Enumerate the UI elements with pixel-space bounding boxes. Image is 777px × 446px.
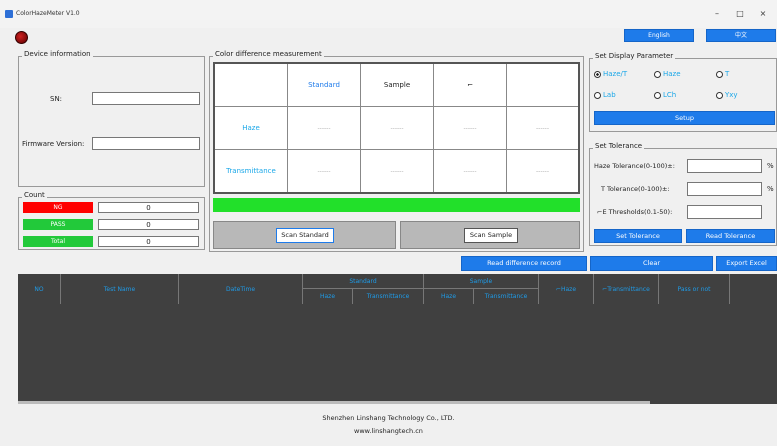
radio-haze[interactable]: Haze [654,70,681,78]
color-diff-title: Color difference measurement [213,50,324,58]
total-label: Total [23,236,93,247]
radio-icon [654,91,661,99]
col-extra [507,64,578,107]
radio-haze-t[interactable]: Haze/T [594,70,627,78]
device-info-group [18,56,205,187]
radio-icon [716,70,723,78]
radio-haze-t-label: Haze/T [603,70,628,78]
set-tolerance-button[interactable]: Set Tolerance [594,229,682,243]
row-transmittance: Transmittance [215,150,288,192]
e-threshold-label: ⌐E Thresholds(0.1-50): [597,208,673,216]
col-standard: Standard [288,64,361,107]
display-param-title: Set Display Parameter [593,52,676,60]
records-grid[interactable]: NO Test Name DateTime Standard Haze Tran… [18,274,777,404]
firmware-field[interactable] [92,137,200,150]
radio-icon [716,91,723,99]
row-haze: Haze [215,107,288,150]
table-corner-cell [215,64,288,107]
trans-standard-value: ------ [288,150,361,192]
firmware-label: Firmware Version: [22,140,85,148]
grid-header-datetime[interactable]: DateTime [179,274,303,304]
total-value: 0 [98,236,199,247]
trans-extra-value: ------ [536,167,549,175]
english-button[interactable]: English [624,29,694,42]
radio-t[interactable]: T [716,70,729,78]
read-tolerance-button[interactable]: Read Tolerance [686,229,775,243]
ng-value: 0 [98,202,199,213]
haze-delta-value: ------ [434,107,507,150]
t-tolerance-unit: % [767,185,774,193]
haze-tolerance-input[interactable] [687,159,762,173]
radio-t-label: T [725,70,730,78]
grid-header-test-name[interactable]: Test Name [61,274,179,304]
color-diff-table: Standard Sample ⌐ Haze ------ ------ ---… [213,62,580,194]
radio-haze-label: Haze [663,70,681,78]
radio-lab[interactable]: Lab [594,91,616,99]
footer-website: www.linshangtech.cn [354,427,423,435]
radio-lab-label: Lab [603,91,616,99]
result-bar [213,198,580,212]
maximize-button[interactable]: □ [730,8,750,20]
trans-sample-value: ------ [361,150,434,192]
grid-header-no[interactable]: NO [18,274,61,304]
grid-header-standard-transmittance[interactable]: Transmittance [353,289,424,304]
grid-header-sample[interactable]: Sample [424,274,539,289]
device-info-title: Device information [22,50,93,58]
grid-header-delta-transmittance[interactable]: ⌐Transmittance [594,274,659,304]
grid-horizontal-scrollbar[interactable] [18,401,650,404]
sn-label: SN: [50,95,63,103]
radio-lch-label: LCh [663,91,677,99]
grid-header-standard-haze[interactable]: Haze [303,289,353,304]
export-excel-button[interactable]: Export Excel [716,256,777,271]
t-tolerance-label: T Tolerance(0-100)±: [601,185,670,193]
pass-label: PASS [23,219,93,230]
trans-delta-value: ------ [434,150,507,192]
tolerance-title: Set Tolerance [593,142,645,150]
haze-tolerance-unit: % [767,162,774,170]
t-tolerance-input[interactable] [687,182,762,196]
status-light-icon [15,31,28,44]
grid-header-delta-haze[interactable]: ⌐Haze [539,274,594,304]
minimize-button[interactable]: – [707,8,727,20]
radio-selected-icon [594,70,601,78]
scan-standard-button[interactable]: Scan Standard [276,228,334,243]
radio-lch[interactable]: LCh [654,91,676,99]
radio-icon [654,70,661,78]
window-title: ColorHazeMeter V1.0 [16,10,80,17]
grid-header-sample-transmittance[interactable]: Transmittance [474,289,539,304]
col-delta: ⌐ [434,64,507,107]
ng-label: NG [23,202,93,213]
radio-icon [594,91,601,99]
radio-yxy-label: Yxy [725,91,738,99]
haze-extra-value: ------ [507,107,578,150]
scan-sample-button[interactable]: Scan Sample [464,228,518,243]
count-title: Count [22,191,47,199]
haze-sample-value: ------ [361,107,434,150]
haze-standard-value: ------ [288,107,361,150]
grid-header-standard[interactable]: Standard [303,274,424,289]
app-icon [5,10,13,18]
footer-company: Shenzhen Linshang Technology Co., LTD. [322,414,455,422]
title-bar [0,0,777,28]
radio-yxy[interactable]: Yxy [716,91,738,99]
grid-header-pass-or-not[interactable]: Pass or not [659,274,730,304]
clear-button[interactable]: Clear [590,256,713,271]
setup-button[interactable]: Setup [594,111,775,125]
col-sample: Sample [361,64,434,107]
grid-header-sample-haze[interactable]: Haze [424,289,474,304]
e-threshold-input[interactable] [687,205,762,219]
chinese-button[interactable]: 中文 [706,29,776,42]
sn-field[interactable] [92,92,200,105]
close-button[interactable]: × [753,8,773,20]
pass-value: 0 [98,219,199,230]
haze-tolerance-label: Haze Tolerance(0-100)±: [594,162,675,170]
read-difference-record-button[interactable]: Read difference record [461,256,587,271]
